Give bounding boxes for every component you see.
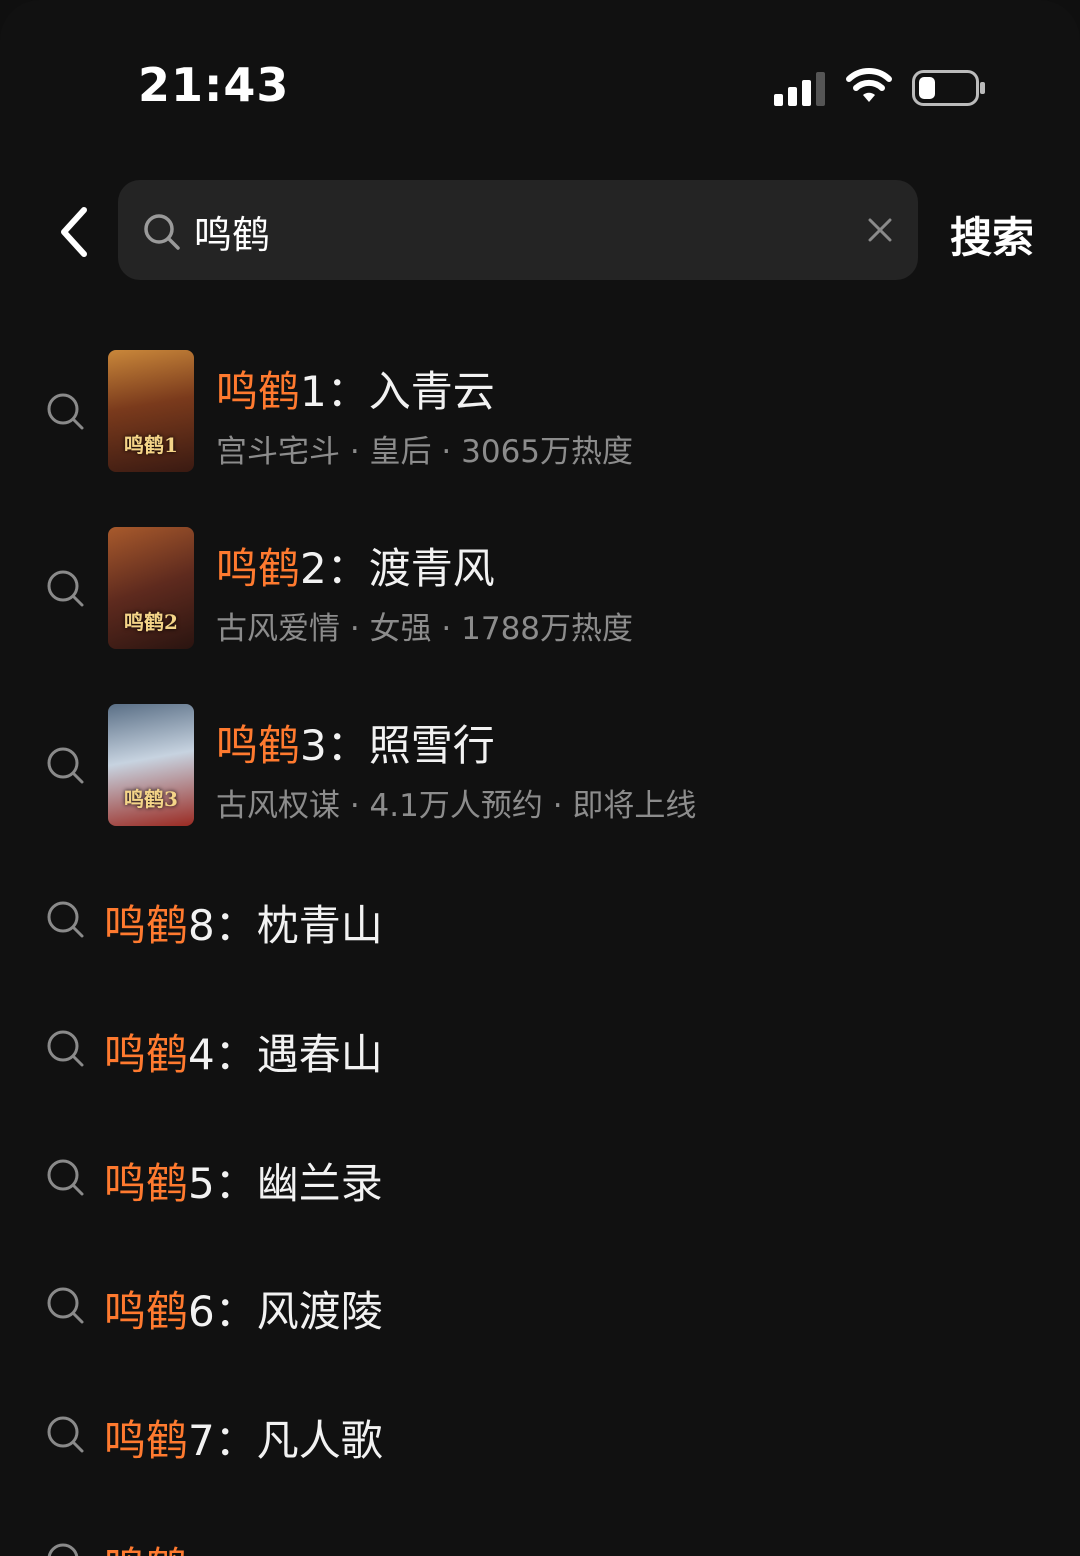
search-field[interactable] [118,180,918,280]
result-title: 鸣鹤6：风渡陵 [104,1278,383,1339]
title-highlight: 鸣鹤 [104,1030,189,1079]
result-title: 鸣鹤2：渡青风 [216,535,495,596]
back-button[interactable] [50,200,100,264]
search-icon [144,214,180,250]
result-title: 鸣鹤8：枕青山 [104,892,383,953]
title-rest: 1：入青云 [300,367,495,416]
title-highlight: 鸣鹤 [104,1159,189,1208]
search-icon [47,1159,84,1196]
title-rest: 6：风渡陵 [188,1287,383,1336]
search-icon [47,1030,84,1067]
title-highlight: 鸣鹤 [104,1287,189,1336]
title-highlight: 鸣鹤 [104,1416,189,1465]
status-time: 21:43 [138,58,290,112]
result-title: 鸣鹤1：入青云 [216,358,495,419]
title-highlight: 鸣鹤 [216,721,301,770]
result-title: 鸣鹤3：照雪行 [216,712,495,773]
title-highlight: 鸣鹤 [216,544,301,593]
title-highlight: 鸣鹤 [104,1543,188,1556]
cover-title: 鸣鹤3 [124,787,178,811]
suggestion-item-5[interactable]: 鸣鹤4：遇春山 [0,1007,1080,1087]
search-icon [47,747,84,784]
title-highlight: 鸣鹤 [216,367,301,416]
result-subtitle: 古风爱情 · 女强 · 1788万热度 [216,611,634,647]
wifi-icon [846,68,892,102]
title-rest: 8：枕青山 [188,901,383,950]
search-button[interactable]: 搜索 [950,204,1034,265]
search-icon [47,1543,79,1556]
title-rest: 3：照雪行 [300,721,495,770]
cover-image: 鸣鹤3 [108,704,194,826]
search-icon [47,901,84,938]
suggestion-item-2[interactable]: 鸣鹤2 鸣鹤2：渡青风 古风爱情 · 女强 · 1788万热度 [0,527,1080,657]
suggestion-item-6[interactable]: 鸣鹤5：幽兰录 [0,1136,1080,1216]
suggestion-item-4[interactable]: 鸣鹤8：枕青山 [0,878,1080,958]
suggestion-item-7[interactable]: 鸣鹤6：风渡陵 [0,1264,1080,1344]
result-title: 鸣鹤4：遇春山 [104,1021,383,1082]
suggestion-item-1[interactable]: 鸣鹤1 鸣鹤1：入青云 宫斗宅斗 · 皇后 · 3065万热度 [0,350,1080,480]
result-title: 鸣鹤5：幽兰录 [104,1150,383,1211]
battery-icon [912,70,985,106]
clear-button[interactable] [864,214,896,246]
suggestion-item-3[interactable]: 鸣鹤3 鸣鹤3：照雪行 古风权谋 · 4.1万人预约 · 即将上线 [0,704,1080,834]
cover-title: 鸣鹤2 [124,610,178,634]
title-rest: 5：幽兰录 [188,1159,383,1208]
result-title: 鸣鹤 [104,1534,188,1556]
result-subtitle: 古风权谋 · 4.1万人预约 · 即将上线 [216,788,697,824]
suggestion-item-8[interactable]: 鸣鹤7：凡人歌 [0,1393,1080,1473]
title-rest: 2：渡青风 [300,544,495,593]
cover-image: 鸣鹤2 [108,527,194,649]
title-highlight: 鸣鹤 [104,901,189,950]
search-icon [47,570,84,607]
search-icon [47,1416,84,1453]
cover-image: 鸣鹤1 [108,350,194,472]
search-icon [47,393,84,430]
result-title: 鸣鹤7：凡人歌 [104,1407,383,1468]
cover-title: 鸣鹤1 [124,433,178,457]
search-screen: 21:43 搜索 [0,0,1080,1556]
result-subtitle: 宫斗宅斗 · 皇后 · 3065万热度 [216,434,634,470]
title-rest: 4：遇春山 [188,1030,383,1079]
search-icon [47,1287,84,1324]
signal-icon [774,72,825,106]
search-input[interactable] [194,208,794,254]
suggestion-item-9[interactable]: 鸣鹤 [0,1520,1080,1556]
title-rest: 7：凡人歌 [188,1416,383,1465]
